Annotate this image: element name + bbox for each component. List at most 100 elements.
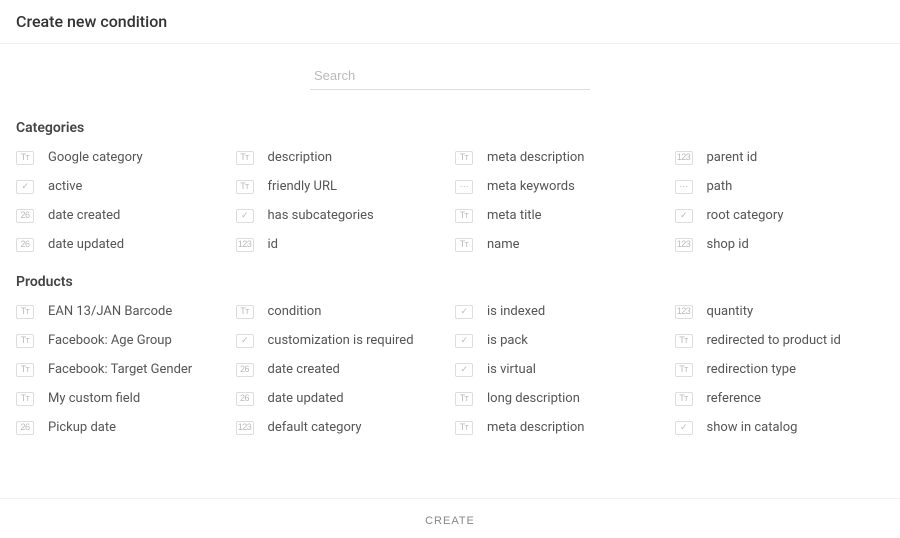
field-item[interactable]: 123quantity [675,304,885,319]
field-item[interactable]: Tᴛ Facebook: Target Gender [16,362,226,377]
bool-type-icon: ✓ [675,209,693,223]
field-item[interactable]: Tᴛ long description [455,391,665,406]
field-item[interactable]: Tᴛredirection type [675,362,885,377]
dialog-footer: CREATE [0,498,900,538]
field-label: is indexed [487,304,545,319]
field-label: redirected to product id [707,333,841,348]
bool-type-icon: ✓ [236,209,254,223]
field-item[interactable]: TᴛEAN 13/JAN Barcode [16,304,226,319]
field-item[interactable]: ⋯ meta keywords [455,179,665,194]
field-item[interactable]: ⋯ path [675,179,885,194]
field-item[interactable]: Tᴛname [455,237,665,252]
field-column: ✓ is indexed ✓is pack ✓is virtual Tᴛ long des… [455,304,665,435]
field-label: Google category [48,150,143,165]
dialog-title: Create new condition [16,12,884,31]
field-label: Facebook: Target Gender [48,362,192,377]
field-label: has subcategories [268,208,374,223]
number-type-icon: 123 [236,238,254,252]
field-item[interactable]: 26Pickup date [16,420,226,435]
field-column: TᴛGoogle category✓active26date created26… [16,150,226,252]
date-type-icon: 26 [16,209,34,223]
field-item[interactable]: ✓show in catalog [675,420,885,435]
field-column: Tᴛmeta description ⋯ meta keywords Tᴛmeta t… [455,150,665,252]
field-item[interactable]: 26 date created [236,362,446,377]
dialog-header: Create new condition [0,0,900,44]
text-type-icon: Tᴛ [16,363,34,377]
text-type-icon: Tᴛ [455,151,473,165]
field-item[interactable]: 123 parent id [675,150,885,165]
field-column: Tᴛdescription Tᴛfriendly URL ✓ has subcateg… [236,150,446,252]
field-item[interactable]: ✓ root category [675,208,885,223]
text-type-icon: Tᴛ [16,334,34,348]
field-label: root category [707,208,784,223]
search-input[interactable] [310,62,590,90]
field-list: CategoriesTᴛGoogle category✓active26date… [0,120,900,475]
field-item[interactable]: Tᴛdescription [236,150,446,165]
field-label: My custom field [48,391,140,406]
field-label: date created [268,362,340,377]
field-item[interactable]: ✓ customization is required [236,333,446,348]
list-type-icon: ⋯ [675,180,693,194]
field-item[interactable]: TᴛFacebook: Age Group [16,333,226,348]
field-label: meta keywords [487,179,575,194]
text-type-icon: Tᴛ [16,392,34,406]
list-type-icon: ⋯ [455,180,473,194]
date-type-icon: 26 [236,392,254,406]
field-label: shop id [707,237,749,252]
text-type-icon: Tᴛ [16,151,34,165]
field-column: 123 parent id ⋯ path ✓ root category 123shop i… [675,150,885,252]
field-label: Pickup date [48,420,116,435]
field-label: date updated [268,391,344,406]
field-column: 123quantityTᴛredirected to product idTᴛr… [675,304,885,435]
field-item[interactable]: ✓ has subcategories [236,208,446,223]
search-wrap [0,44,900,98]
field-label: long description [487,391,580,406]
field-item[interactable]: 26date updated [16,237,226,252]
field-label: customization is required [268,333,414,348]
bool-type-icon: ✓ [236,334,254,348]
text-type-icon: Tᴛ [236,151,254,165]
field-label: active [48,179,82,194]
field-item[interactable]: 123shop id [675,237,885,252]
text-type-icon: Tᴛ [455,392,473,406]
field-item[interactable]: 123id [236,237,446,252]
field-item[interactable]: ✓active [16,179,226,194]
field-item[interactable]: Tᴛcondition [236,304,446,319]
text-type-icon: Tᴛ [675,363,693,377]
field-label: EAN 13/JAN Barcode [48,304,172,319]
field-item[interactable]: Tᴛ Google category [16,150,226,165]
text-type-icon: Tᴛ [236,305,254,319]
field-item[interactable]: ✓ is indexed [455,304,665,319]
field-item[interactable]: ✓is virtual [455,362,665,377]
field-item[interactable]: Tᴛ reference [675,391,885,406]
text-type-icon: Tᴛ [455,209,473,223]
bool-type-icon: ✓ [455,334,473,348]
field-item[interactable]: Tᴛ My custom field [16,391,226,406]
field-item[interactable]: 26 date created [16,208,226,223]
field-label: date updated [48,237,124,252]
number-type-icon: 123 [675,151,693,165]
text-type-icon: Tᴛ [455,421,473,435]
field-item[interactable]: Tᴛfriendly URL [236,179,446,194]
bool-type-icon: ✓ [455,363,473,377]
field-item[interactable]: Tᴛmeta description [455,420,665,435]
field-item[interactable]: 123 default category [236,420,446,435]
field-item[interactable]: Tᴛ redirected to product id [675,333,885,348]
number-type-icon: 123 [236,421,254,435]
field-label: parent id [707,150,758,165]
field-item[interactable]: Tᴛmeta description [455,150,665,165]
field-label: path [707,179,733,194]
bool-type-icon: ✓ [455,305,473,319]
text-type-icon: Tᴛ [455,238,473,252]
date-type-icon: 26 [236,363,254,377]
field-item[interactable]: 26 date updated [236,391,446,406]
field-item[interactable]: Tᴛmeta title [455,208,665,223]
field-label: reference [707,391,762,406]
field-item[interactable]: ✓is pack [455,333,665,348]
bool-type-icon: ✓ [675,421,693,435]
text-type-icon: Tᴛ [675,334,693,348]
create-button[interactable]: CREATE [425,515,475,527]
field-label: default category [268,420,362,435]
text-type-icon: Tᴛ [675,392,693,406]
field-label: date created [48,208,120,223]
